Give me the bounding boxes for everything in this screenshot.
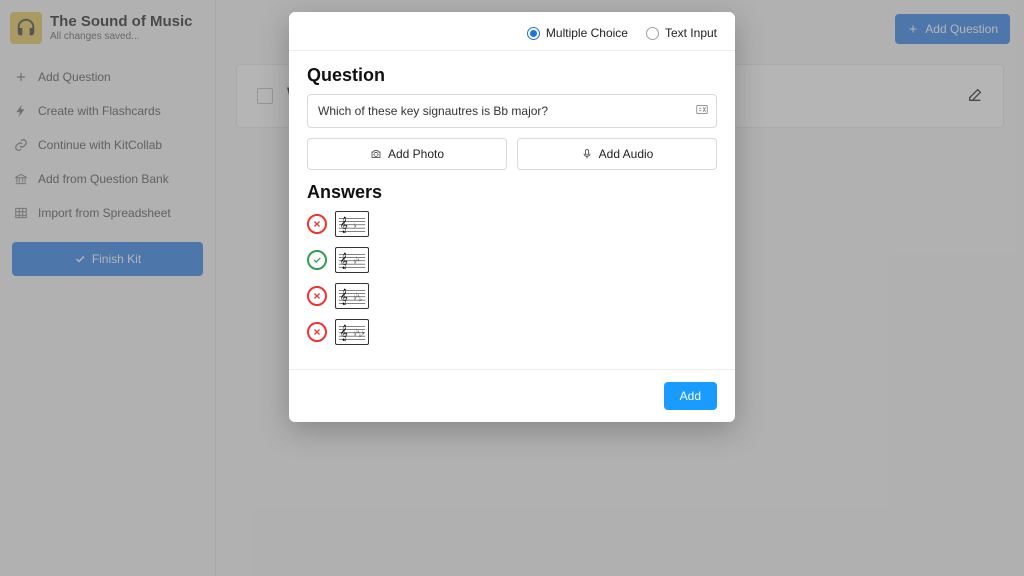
svg-text:𝄞: 𝄞	[340, 325, 348, 341]
add-photo-label: Add Photo	[388, 147, 444, 161]
x-icon	[312, 291, 322, 301]
question-heading: Question	[307, 65, 717, 86]
question-editor-modal: Multiple Choice Text Input Question Add …	[289, 12, 735, 422]
radio-icon	[646, 27, 659, 40]
answer-type-tabs: Multiple Choice Text Input	[289, 12, 735, 51]
svg-text:𝄞: 𝄞	[340, 289, 348, 305]
modal-overlay[interactable]: Multiple Choice Text Input Question Add …	[0, 0, 1024, 576]
answer-image-thumbnail[interactable]: 𝄞 ♭	[335, 211, 369, 237]
svg-text:𝄞: 𝄞	[340, 217, 348, 233]
answer-image-thumbnail[interactable]: 𝄞 ♭♭♭♭	[335, 319, 369, 345]
equation-icon[interactable]	[695, 103, 709, 120]
x-icon	[312, 219, 322, 229]
add-audio-label: Add Audio	[599, 147, 654, 161]
answer-row: 𝄞 ♭♭	[307, 247, 717, 273]
answers-heading: Answers	[307, 182, 717, 203]
question-text-input[interactable]	[307, 94, 717, 128]
x-icon	[312, 327, 322, 337]
modal-footer: Add	[289, 369, 735, 422]
svg-text:♭: ♭	[359, 295, 362, 303]
type-multiple-choice[interactable]: Multiple Choice	[527, 26, 628, 40]
mic-icon	[581, 148, 593, 160]
check-icon	[312, 255, 322, 265]
mark-incorrect-button[interactable]	[307, 286, 327, 306]
mark-incorrect-button[interactable]	[307, 322, 327, 342]
type-label: Text Input	[665, 26, 717, 40]
svg-text:♭: ♭	[362, 328, 365, 336]
camera-icon	[370, 148, 382, 160]
type-label: Multiple Choice	[546, 26, 628, 40]
type-text-input[interactable]: Text Input	[646, 26, 717, 40]
svg-text:♭: ♭	[354, 221, 357, 229]
answer-row: 𝄞 ♭♭♭	[307, 283, 717, 309]
answer-image-thumbnail[interactable]: 𝄞 ♭♭♭	[335, 283, 369, 309]
mark-correct-button[interactable]	[307, 250, 327, 270]
svg-text:♭: ♭	[356, 255, 359, 263]
mark-incorrect-button[interactable]	[307, 214, 327, 234]
answer-row: 𝄞 ♭	[307, 211, 717, 237]
answer-row: 𝄞 ♭♭♭♭	[307, 319, 717, 345]
answer-image-thumbnail[interactable]: 𝄞 ♭♭	[335, 247, 369, 273]
svg-text:𝄞: 𝄞	[340, 253, 348, 269]
add-button[interactable]: Add	[664, 382, 717, 410]
radio-icon	[527, 27, 540, 40]
add-audio-button[interactable]: Add Audio	[517, 138, 717, 170]
add-photo-button[interactable]: Add Photo	[307, 138, 507, 170]
